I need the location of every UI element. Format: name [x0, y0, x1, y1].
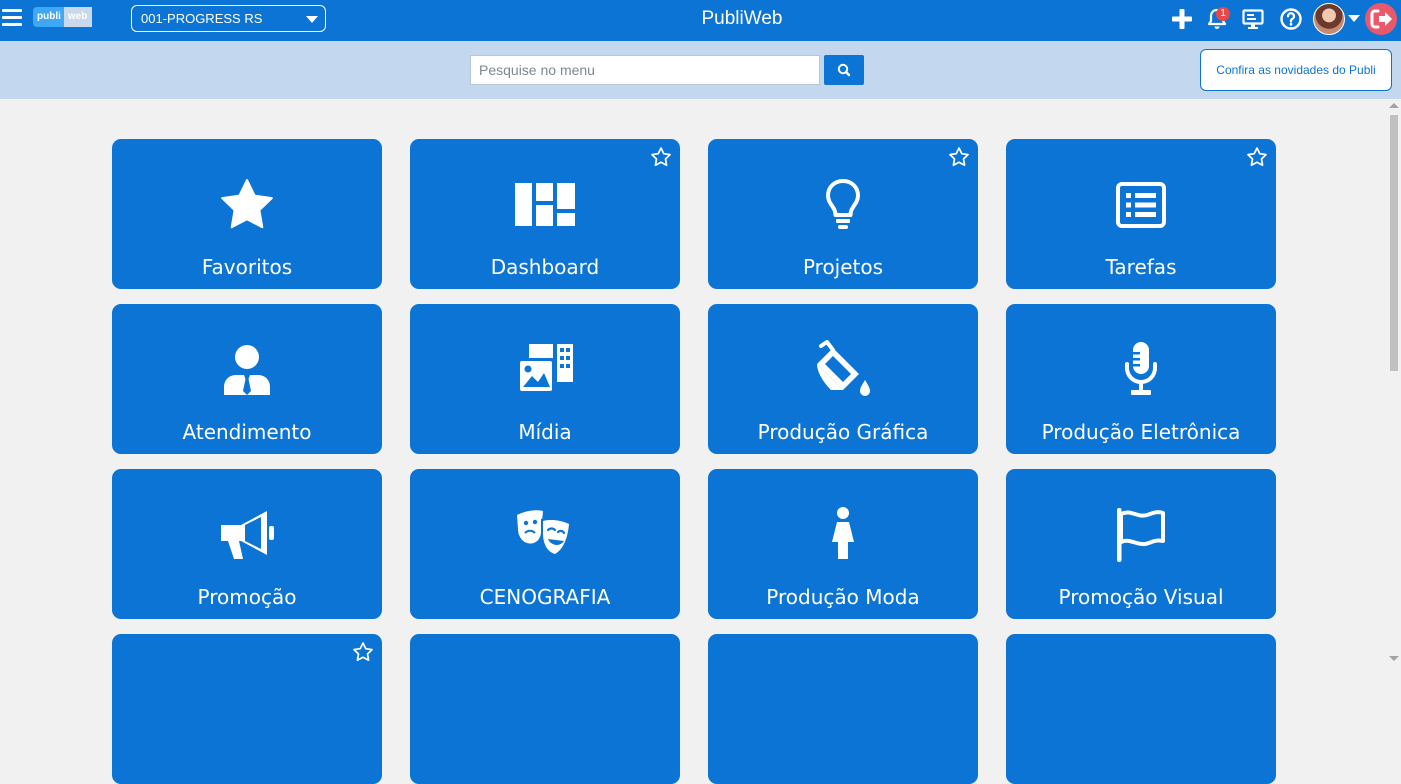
plus-icon[interactable] [1170, 7, 1194, 31]
female-icon [832, 507, 854, 559]
logo-text-left: publi [33, 7, 64, 27]
tile-atendimento[interactable]: Atendimento [112, 304, 382, 454]
flag-icon [1117, 508, 1165, 562]
tile-label: Favoritos [201, 255, 293, 279]
logout-button[interactable] [1365, 3, 1397, 35]
tile-label: Mídia [518, 420, 572, 444]
megaphone-icon [221, 511, 274, 559]
tile-favoritos[interactable]: Favoritos [112, 139, 382, 289]
tile-label: Promoção [197, 585, 297, 609]
tile-partial[interactable] [112, 634, 382, 784]
star-outline-icon[interactable] [352, 641, 374, 663]
search-icon [837, 63, 851, 77]
tile-promocao-visual[interactable]: Promoção Visual [1006, 469, 1276, 619]
star-outline-icon[interactable] [1246, 146, 1268, 168]
tile-midia[interactable]: Mídia [410, 304, 680, 454]
tile-label: Produção Moda [766, 585, 920, 609]
scroll-down-icon[interactable] [1389, 656, 1399, 661]
task-list-icon [1116, 182, 1166, 228]
star-icon [221, 179, 273, 229]
tile-label: Produção Eletrônica [1041, 420, 1241, 444]
paint-bucket-icon [817, 340, 870, 396]
tile-label: Produção Gráfica [757, 420, 929, 444]
top-bar: publi web 001-PROGRESS RS PubliWeb 1 [0, 0, 1401, 41]
star-outline-icon[interactable] [948, 146, 970, 168]
chevron-down-icon [306, 16, 318, 23]
tile-label: Projetos [802, 255, 884, 279]
tile-producao-moda[interactable]: Produção Moda [708, 469, 978, 619]
tile-label: Dashboard [490, 255, 600, 279]
lightbulb-icon [826, 179, 860, 229]
logo-text-right: web [63, 7, 93, 27]
company-select[interactable]: 001-PROGRESS RS [131, 5, 326, 32]
tile-producao-grafica[interactable]: Produção Gráfica [708, 304, 978, 454]
user-tie-icon [224, 345, 270, 395]
scroll-up-icon[interactable] [1389, 103, 1399, 108]
tile-label: CENOGRAFIA [479, 585, 611, 609]
search-band: Confira as novidades do Publi [0, 41, 1401, 99]
media-icon [517, 344, 573, 394]
news-button[interactable]: Confira as novidades do Publi [1200, 49, 1392, 91]
tile-tarefas[interactable]: Tarefas [1006, 139, 1276, 289]
theater-masks-icon [517, 510, 571, 556]
dashboard-icon [515, 183, 575, 226]
avatar[interactable] [1313, 3, 1345, 35]
search-button[interactable] [824, 55, 864, 85]
tile-promocao[interactable]: Promoção [112, 469, 382, 619]
tile-label: Atendimento [182, 420, 312, 444]
star-outline-icon[interactable] [650, 146, 672, 168]
tile-label: Tarefas [1105, 255, 1177, 279]
tile-label: Promoção Visual [1058, 585, 1224, 609]
company-select-value: 001-PROGRESS RS [141, 11, 263, 26]
monitor-icon[interactable] [1241, 7, 1265, 31]
chevron-down-icon[interactable] [1348, 15, 1360, 22]
logout-icon [1370, 9, 1392, 29]
microphone-icon [1125, 342, 1157, 395]
notification-badge: 1 [1216, 7, 1230, 21]
help-icon[interactable] [1279, 7, 1303, 31]
tile-dashboard[interactable]: Dashboard [410, 139, 680, 289]
tile-partial[interactable] [708, 634, 978, 784]
publiweb-logo[interactable]: publi web [33, 7, 97, 27]
app-title: PubliWeb [701, 8, 783, 29]
tile-producao-eletronica[interactable]: Produção Eletrônica [1006, 304, 1276, 454]
tile-cenografia[interactable]: CENOGRAFIA [410, 469, 680, 619]
scrollbar-thumb[interactable] [1390, 115, 1398, 371]
tile-partial[interactable] [410, 634, 680, 784]
tile-partial[interactable] [1006, 634, 1276, 784]
menu-search-input[interactable] [470, 55, 820, 85]
tile-projetos[interactable]: Projetos [708, 139, 978, 289]
hamburger-menu-icon[interactable] [2, 9, 22, 29]
